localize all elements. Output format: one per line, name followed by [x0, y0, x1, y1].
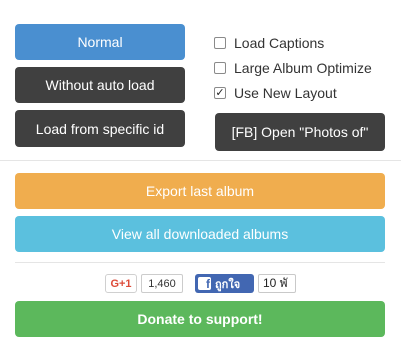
facebook-like-button[interactable]: f ถูกใจ [195, 274, 254, 293]
large-album-optimize-checkbox[interactable] [214, 62, 226, 74]
load-captions-checkbox[interactable] [214, 37, 226, 49]
option-use-new-layout[interactable]: ✓ Use New Layout [214, 85, 337, 101]
open-photos-of-button[interactable]: [FB] Open "Photos of" [215, 113, 385, 151]
without-auto-load-button[interactable]: Without auto load [15, 67, 185, 103]
load-captions-label: Load Captions [234, 35, 325, 51]
google-plus-count: 1,460 [141, 274, 183, 293]
load-from-specific-id-button[interactable]: Load from specific id [15, 110, 185, 147]
export-last-album-button[interactable]: Export last album [15, 173, 385, 209]
divider [0, 160, 401, 161]
view-all-downloaded-albums-button[interactable]: View all downloaded albums [15, 216, 385, 252]
use-new-layout-checkbox[interactable]: ✓ [214, 87, 226, 99]
facebook-like-count: 10 พั [258, 274, 296, 293]
facebook-icon: f [198, 277, 211, 290]
option-large-album-optimize[interactable]: Large Album Optimize [214, 60, 372, 76]
facebook-like-label: ถูกใจ [215, 278, 241, 291]
large-album-optimize-label: Large Album Optimize [234, 60, 372, 76]
donate-button[interactable]: Donate to support! [15, 301, 385, 337]
use-new-layout-label: Use New Layout [234, 85, 337, 101]
normal-button[interactable]: Normal [15, 24, 185, 60]
divider [15, 262, 385, 263]
option-load-captions[interactable]: Load Captions [214, 35, 324, 51]
google-plus-one-button[interactable]: G+1 [105, 274, 137, 293]
